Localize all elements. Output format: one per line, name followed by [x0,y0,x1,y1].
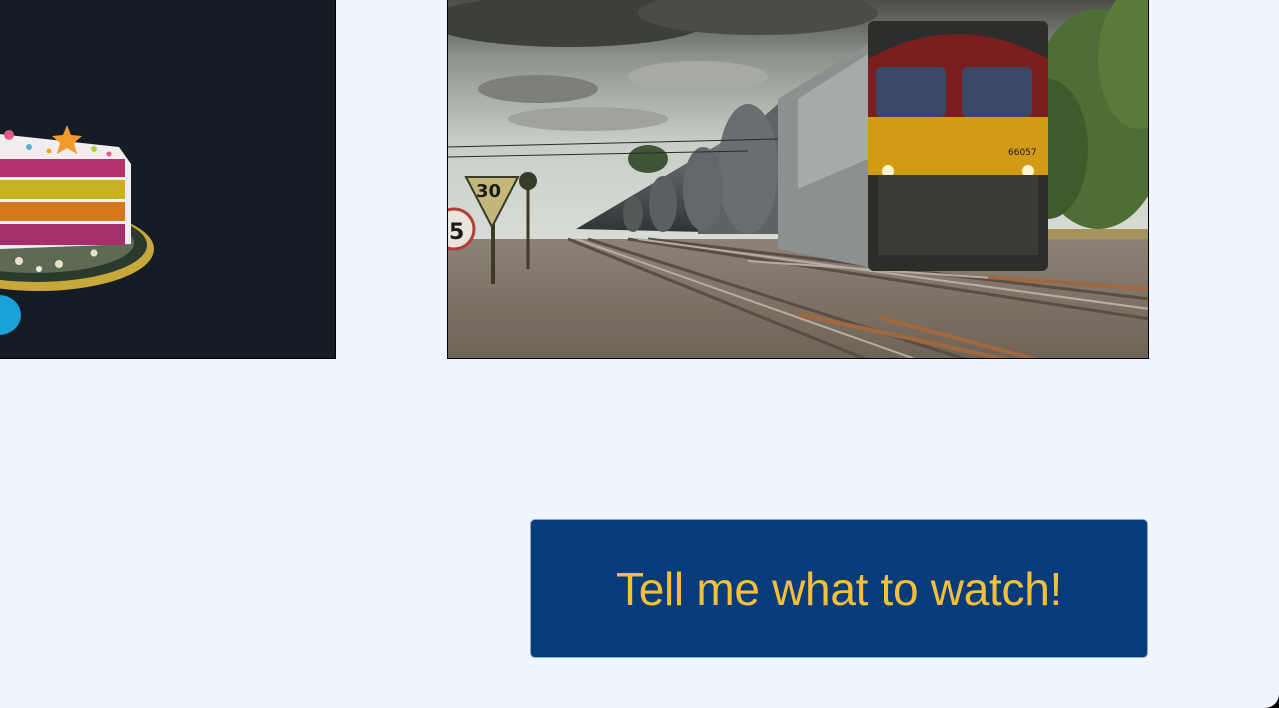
speed-sign-text: 30 [476,181,501,202]
page: 66057 30 5 Tell me what to watch! [0,0,1279,708]
locomotive-number: 66057 [1008,148,1037,158]
tell-me-what-to-watch-button[interactable]: Tell me what to watch! [530,519,1148,658]
cake-illustration [0,0,335,358]
train-image[interactable]: 66057 30 5 [447,0,1149,359]
round-sign-text: 5 [449,220,464,245]
cake-image[interactable] [0,0,336,359]
train-illustration: 66057 30 5 [448,0,1148,358]
